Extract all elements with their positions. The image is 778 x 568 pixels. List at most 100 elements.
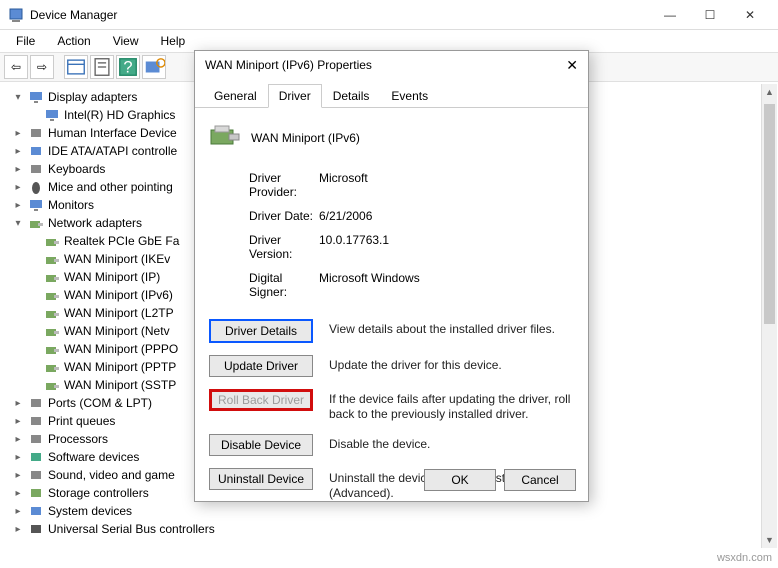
- rollback-driver-desc: If the device fails after updating the d…: [329, 389, 574, 422]
- help-toolbar-button[interactable]: ?: [116, 55, 140, 79]
- tree-item-label: WAN Miniport (IPv6): [64, 288, 173, 302]
- cancel-button[interactable]: Cancel: [504, 469, 576, 491]
- device-icon: [28, 198, 44, 212]
- tree-item-label: WAN Miniport (IP): [64, 270, 160, 284]
- menu-action[interactable]: Action: [47, 32, 100, 50]
- driver-details-button[interactable]: Driver Details: [209, 319, 313, 343]
- tree-item-label: Human Interface Device: [48, 126, 177, 140]
- device-icon: [28, 486, 44, 500]
- tab-events[interactable]: Events: [380, 84, 439, 108]
- tree-item-label: Mice and other pointing: [48, 180, 173, 194]
- device-icon: [28, 180, 44, 194]
- disable-device-button[interactable]: Disable Device: [209, 434, 313, 456]
- tree-item-label: WAN Miniport (PPPO: [64, 342, 178, 356]
- device-icon: [28, 126, 44, 140]
- device-icon: [28, 162, 44, 176]
- expand-icon[interactable]: ▸: [12, 200, 24, 211]
- tree-item-label: IDE ATA/ATAPI controlle: [48, 144, 177, 158]
- provider-label: Driver Provider:: [209, 171, 319, 199]
- dialog-titlebar: WAN Miniport (IPv6) Properties ✕: [195, 51, 588, 79]
- expand-icon[interactable]: ▾: [12, 92, 24, 103]
- window-title: Device Manager: [30, 8, 650, 22]
- tab-strip: General Driver Details Events: [195, 83, 588, 108]
- device-icon: [44, 360, 60, 374]
- ok-button[interactable]: OK: [424, 469, 496, 491]
- update-driver-button[interactable]: Update Driver: [209, 355, 313, 377]
- disable-device-desc: Disable the device.: [329, 434, 574, 452]
- expand-icon[interactable]: ▾: [12, 218, 24, 229]
- update-driver-desc: Update the driver for this device.: [329, 355, 574, 373]
- signer-label: Digital Signer:: [209, 271, 319, 299]
- show-hidden-button[interactable]: [64, 55, 88, 79]
- device-icon: [28, 450, 44, 464]
- tab-details[interactable]: Details: [322, 84, 381, 108]
- tree-item-label: Sound, video and game: [48, 468, 175, 482]
- scroll-down-icon[interactable]: ▼: [762, 532, 777, 548]
- tree-item-label: WAN Miniport (IKEv: [64, 252, 170, 266]
- app-icon: [8, 7, 24, 23]
- tree-item-label: Universal Serial Bus controllers: [48, 522, 215, 536]
- expand-icon[interactable]: ▸: [12, 506, 24, 517]
- scan-button[interactable]: [142, 55, 166, 79]
- expand-icon[interactable]: ▸: [12, 164, 24, 175]
- device-icon: [44, 306, 60, 320]
- properties-button[interactable]: [90, 55, 114, 79]
- tree-scrollbar[interactable]: ▲ ▼: [761, 84, 777, 548]
- device-icon: [44, 252, 60, 266]
- device-icon: [28, 522, 44, 536]
- tree-item-label: Ports (COM & LPT): [48, 396, 152, 410]
- dialog-close-button[interactable]: ✕: [566, 57, 578, 74]
- tab-general[interactable]: General: [203, 84, 268, 108]
- signer-value: Microsoft Windows: [319, 271, 420, 299]
- uninstall-device-button[interactable]: Uninstall Device: [209, 468, 313, 490]
- device-icon: [44, 234, 60, 248]
- tree-item[interactable]: ▸ Universal Serial Bus controllers: [4, 520, 774, 538]
- menu-help[interactable]: Help: [151, 32, 196, 50]
- expand-icon[interactable]: ▸: [12, 470, 24, 481]
- tab-driver[interactable]: Driver: [268, 84, 322, 108]
- scrollbar-thumb[interactable]: [764, 104, 775, 324]
- tree-item-label: Storage controllers: [48, 486, 149, 500]
- device-icon: [44, 378, 60, 392]
- tree-item-label: Software devices: [48, 450, 139, 464]
- window-titlebar: Device Manager — ☐ ✕: [0, 0, 778, 30]
- expand-icon[interactable]: ▸: [12, 182, 24, 193]
- expand-icon[interactable]: ▸: [12, 488, 24, 499]
- minimize-button[interactable]: —: [650, 0, 690, 30]
- tree-item-label: Realtek PCIe GbE Fa: [64, 234, 179, 248]
- menu-file[interactable]: File: [6, 32, 45, 50]
- back-button[interactable]: ⇦: [4, 55, 28, 79]
- device-icon: [28, 414, 44, 428]
- version-value: 10.0.17763.1: [319, 233, 389, 261]
- tree-item-label: Processors: [48, 432, 108, 446]
- rollback-driver-button: Roll Back Driver: [209, 389, 313, 411]
- menu-view[interactable]: View: [103, 32, 149, 50]
- date-label: Driver Date:: [209, 209, 319, 223]
- maximize-button[interactable]: ☐: [690, 0, 730, 30]
- dialog-footer: OK Cancel: [424, 469, 576, 491]
- forward-button[interactable]: ⇨: [30, 55, 54, 79]
- device-name: WAN Miniport (IPv6): [251, 131, 360, 145]
- device-icon: [44, 342, 60, 356]
- tree-item-label: Display adapters: [48, 90, 137, 104]
- tree-item-label: Monitors: [48, 198, 94, 212]
- date-value: 6/21/2006: [319, 209, 372, 223]
- device-icon: [28, 144, 44, 158]
- device-icon: [28, 90, 44, 104]
- expand-icon[interactable]: ▸: [12, 524, 24, 535]
- expand-icon[interactable]: ▸: [12, 398, 24, 409]
- device-icon: [28, 504, 44, 518]
- close-button[interactable]: ✕: [730, 0, 770, 30]
- expand-icon[interactable]: ▸: [12, 128, 24, 139]
- device-icon: [28, 216, 44, 230]
- scroll-up-icon[interactable]: ▲: [762, 84, 777, 100]
- tree-item[interactable]: ▸System devices: [4, 502, 774, 520]
- tree-item-label: WAN Miniport (L2TP: [64, 306, 174, 320]
- device-icon: [44, 270, 60, 284]
- expand-icon[interactable]: ▸: [12, 146, 24, 157]
- expand-icon[interactable]: ▸: [12, 452, 24, 463]
- device-icon: [28, 432, 44, 446]
- expand-icon[interactable]: ▸: [12, 416, 24, 427]
- device-icon: [28, 396, 44, 410]
- expand-icon[interactable]: ▸: [12, 434, 24, 445]
